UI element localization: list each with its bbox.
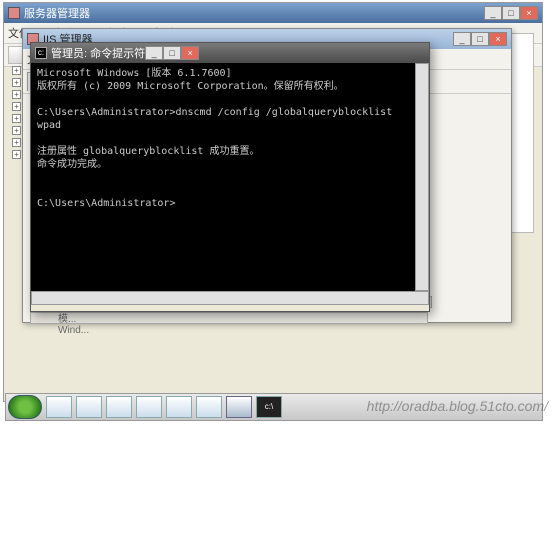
- tree-plus-icon[interactable]: +: [12, 114, 21, 123]
- tree-plus-icon[interactable]: +: [12, 150, 21, 159]
- start-button[interactable]: [8, 395, 42, 419]
- taskbar-item-iis-icon[interactable]: [226, 396, 252, 418]
- maximize-button[interactable]: □: [471, 32, 489, 46]
- maximize-button[interactable]: □: [502, 6, 520, 20]
- window-title: 管理员: 命令提示符: [51, 45, 145, 61]
- minimize-button[interactable]: _: [145, 46, 163, 60]
- taskbar-item-folder-icon[interactable]: [166, 396, 192, 418]
- cmd-icon: c:: [35, 47, 47, 59]
- tree-label[interactable]: 模...: [58, 310, 89, 325]
- watermark-text: http://oradba.blog.51cto.com/: [367, 398, 548, 414]
- tree-labels: 模... Wind...: [58, 310, 89, 336]
- close-button[interactable]: ×: [181, 46, 199, 60]
- tree-plus-icon[interactable]: +: [12, 78, 21, 87]
- taskbar-item-library-icon[interactable]: [46, 396, 72, 418]
- taskbar-item-explorer-icon[interactable]: [106, 396, 132, 418]
- taskbar-item-powershell-icon[interactable]: [76, 396, 102, 418]
- app-icon: [8, 7, 20, 19]
- minimize-button[interactable]: _: [453, 32, 471, 46]
- tree-plus-icon[interactable]: +: [12, 90, 21, 99]
- server-manager-titlebar[interactable]: 服务器管理器 _ □ ×: [4, 3, 542, 23]
- reflection-fade: [0, 421, 554, 553]
- tree-plus-icon[interactable]: +: [12, 66, 21, 75]
- taskbar-item-cmd-icon[interactable]: c:\: [256, 396, 282, 418]
- tree-plus-icon[interactable]: +: [12, 102, 21, 111]
- tree-label[interactable]: Wind...: [58, 325, 89, 336]
- cmd-output[interactable]: Microsoft Windows [版本 6.1.7600] 版权所有 (c)…: [31, 63, 415, 291]
- cmd-titlebar[interactable]: c: 管理员: 命令提示符 _ □ ×: [31, 43, 429, 63]
- vertical-scrollbar[interactable]: [415, 63, 429, 291]
- window-title: 服务器管理器: [24, 5, 90, 21]
- taskbar-item-server-icon[interactable]: [136, 396, 162, 418]
- taskbar-item-notes-icon[interactable]: [196, 396, 222, 418]
- cmd-window: c: 管理员: 命令提示符 _ □ × Microsoft Windows [版…: [30, 42, 430, 312]
- maximize-button[interactable]: □: [163, 46, 181, 60]
- horizontal-scrollbar[interactable]: [31, 291, 429, 305]
- tree-plus-icon[interactable]: +: [12, 126, 21, 135]
- minimize-button[interactable]: _: [484, 6, 502, 20]
- horizontal-scrollbar[interactable]: [30, 312, 428, 324]
- tree-plus-icon[interactable]: +: [12, 138, 21, 147]
- close-button[interactable]: ×: [520, 6, 538, 20]
- close-button[interactable]: ×: [489, 32, 507, 46]
